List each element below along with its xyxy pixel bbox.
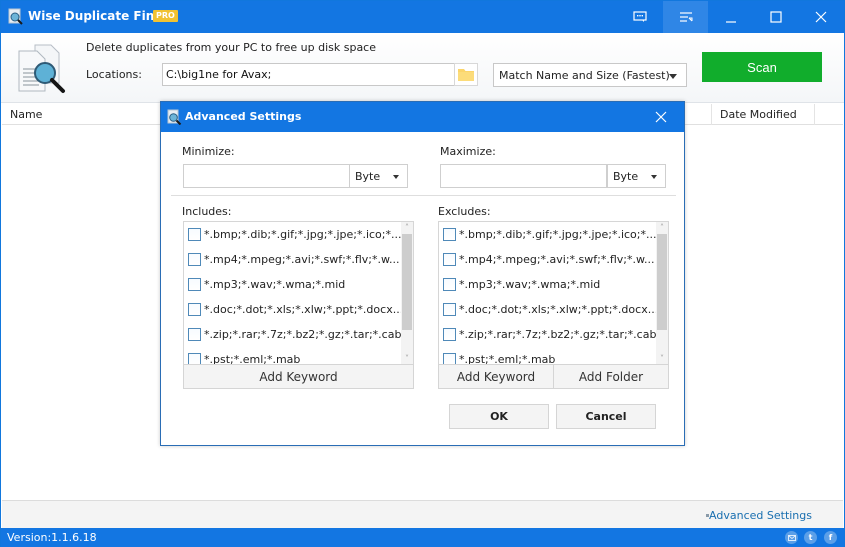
excludes-item[interactable]: *.zip;*.rar;*.7z;*.bz2;*.gz;*.tar;*.cab — [443, 324, 656, 344]
checkbox[interactable] — [443, 252, 456, 266]
item-label: *.doc;*.dot;*.xls;*.xlw;*.ppt;*.docx... — [459, 302, 659, 316]
item-label: *.bmp;*.dib;*.gif;*.jpg;*.jpe;*.ico;*... — [204, 227, 402, 241]
minimize-unit-value: Byte — [355, 170, 381, 183]
feedback-icon — [632, 11, 647, 22]
checkbox[interactable] — [188, 252, 201, 266]
tagline: Delete duplicates from your PC to free u… — [86, 41, 377, 54]
cancel-button[interactable]: Cancel — [556, 404, 656, 429]
item-label: *.mp3;*.wav;*.wma;*.mid — [204, 277, 346, 291]
checkbox[interactable] — [443, 227, 456, 241]
ok-button[interactable]: OK — [449, 404, 549, 429]
status-bar: Version:1.1.6.18 t f — [1, 528, 844, 547]
match-mode-select[interactable]: Match Name and Size (Fastest) — [493, 63, 687, 87]
excludes-item[interactable]: *.mp3;*.wav;*.wma;*.mid — [443, 274, 600, 294]
excludes-label: Excludes: — [438, 205, 491, 218]
close-icon[interactable] — [654, 110, 668, 124]
header-panel: Delete duplicates from your PC to free u… — [1, 33, 844, 103]
menu-button[interactable] — [663, 1, 708, 33]
includes-item[interactable]: *.zip;*.rar;*.7z;*.bz2;*.gz;*.tar;*.cab — [188, 324, 401, 344]
item-label: *.doc;*.dot;*.xls;*.xlw;*.ppt;*.docx... — [204, 302, 404, 316]
divider — [171, 195, 676, 196]
duplicate-search-icon — [18, 44, 65, 93]
chevron-down-icon — [669, 74, 677, 79]
item-label: *.bmp;*.dib;*.gif;*.jpg;*.jpe;*.ico;*... — [459, 227, 657, 241]
app-logo-icon — [8, 8, 23, 25]
includes-item[interactable]: *.doc;*.dot;*.xls;*.xlw;*.ppt;*.docx... — [188, 299, 403, 319]
checkbox[interactable] — [443, 277, 456, 291]
footer-bar: Advanced Settings — [2, 501, 843, 528]
checkbox[interactable] — [443, 327, 456, 341]
menu-icon — [679, 12, 692, 22]
excludes-list[interactable]: *.bmp;*.dib;*.gif;*.jpg;*.jpe;*.ico;*...… — [438, 221, 669, 366]
dialog-title: Advanced Settings — [185, 110, 302, 123]
includes-label: Includes: — [182, 205, 232, 218]
pro-badge: PRO — [153, 10, 178, 22]
includes-scrollbar[interactable]: ˄ ˅ — [401, 222, 413, 365]
close-button[interactable] — [798, 1, 843, 33]
checkbox[interactable] — [188, 277, 201, 291]
app-logo-icon — [167, 109, 182, 125]
chevron-up-icon[interactable]: ˄ — [403, 224, 411, 232]
feedback-button[interactable] — [617, 1, 662, 33]
scan-button[interactable]: Scan — [702, 52, 822, 82]
dialog-title-bar[interactable]: Advanced Settings — [161, 102, 684, 132]
facebook-icon[interactable]: f — [824, 531, 837, 544]
close-icon — [815, 11, 826, 23]
includes-item[interactable]: *.mp3;*.wav;*.wma;*.mid — [188, 274, 345, 294]
browse-folder-button[interactable] — [454, 63, 478, 86]
chevron-up-icon[interactable]: ˄ — [658, 224, 666, 232]
excludes-add-folder-button[interactable]: Add Folder — [553, 364, 669, 389]
item-label: *.mp4;*.mpeg;*.avi;*.swf;*.flv;*.w... — [204, 252, 400, 266]
includes-list[interactable]: *.bmp;*.dib;*.gif;*.jpg;*.jpe;*.ico;*...… — [183, 221, 414, 366]
maximize-unit-select[interactable]: Byte — [607, 164, 666, 188]
excludes-item[interactable]: *.bmp;*.dib;*.gif;*.jpg;*.jpe;*.ico;*... — [443, 224, 656, 244]
scrollbar-thumb[interactable] — [657, 234, 667, 330]
locations-input[interactable]: C:\big1ne for Avax; — [162, 63, 455, 86]
maximize-button[interactable] — [753, 1, 798, 33]
chevron-down-icon — [651, 175, 657, 179]
excludes-item[interactable]: *.mp4;*.mpeg;*.avi;*.swf;*.flv;*.w... — [443, 249, 654, 269]
version-text: Version:1.1.6.18 — [7, 531, 97, 544]
scrollbar-thumb[interactable] — [402, 234, 412, 330]
chevron-down-icon — [393, 175, 399, 179]
minimize-unit-select[interactable]: Byte — [349, 164, 408, 188]
includes-add-keyword-button[interactable]: Add Keyword — [183, 364, 414, 389]
minimize-button[interactable] — [708, 1, 753, 33]
maximize-unit-value: Byte — [613, 170, 639, 183]
locations-label: Locations: — [86, 68, 142, 81]
maximize-label: Maximize: — [440, 145, 496, 158]
item-label: *.zip;*.rar;*.7z;*.bz2;*.gz;*.tar;*.cab — [459, 327, 657, 341]
advanced-settings-dialog: Advanced Settings Minimize: Byte Maximiz… — [160, 101, 685, 446]
advanced-settings-link[interactable]: Advanced Settings — [709, 509, 812, 522]
title-bar[interactable]: Wise Duplicate Finder PRO — [1, 1, 844, 33]
excludes-add-keyword-button[interactable]: Add Keyword — [438, 364, 554, 389]
twitter-icon[interactable]: t — [804, 531, 817, 544]
column-name[interactable]: Name — [2, 104, 162, 125]
item-label: *.mp4;*.mpeg;*.avi;*.swf;*.flv;*.w... — [459, 252, 655, 266]
checkbox[interactable] — [443, 302, 456, 316]
maximize-icon — [769, 11, 782, 23]
checkbox[interactable] — [188, 302, 201, 316]
checkbox[interactable] — [188, 327, 201, 341]
minimize-icon — [725, 21, 736, 23]
folder-icon — [458, 69, 474, 81]
column-date-modified[interactable]: Date Modified — [711, 104, 815, 125]
minimize-label: Minimize: — [182, 145, 235, 158]
includes-item[interactable]: *.mp4;*.mpeg;*.avi;*.swf;*.flv;*.w... — [188, 249, 399, 269]
match-mode-value: Match Name and Size (Fastest) — [499, 69, 670, 82]
minimize-size-input[interactable] — [183, 164, 350, 188]
includes-item[interactable]: *.bmp;*.dib;*.gif;*.jpg;*.jpe;*.ico;*... — [188, 224, 401, 244]
item-label: *.mp3;*.wav;*.wma;*.mid — [459, 277, 601, 291]
chevron-down-icon[interactable]: ˅ — [658, 355, 666, 363]
chevron-down-icon[interactable]: ˅ — [403, 355, 411, 363]
email-icon[interactable] — [785, 531, 798, 544]
excludes-scrollbar[interactable]: ˄ ˅ — [656, 222, 668, 365]
maximize-size-input[interactable] — [440, 164, 607, 188]
checkbox[interactable] — [188, 227, 201, 241]
item-label: *.zip;*.rar;*.7z;*.bz2;*.gz;*.tar;*.cab — [204, 327, 402, 341]
excludes-item[interactable]: *.doc;*.dot;*.xls;*.xlw;*.ppt;*.docx... — [443, 299, 658, 319]
